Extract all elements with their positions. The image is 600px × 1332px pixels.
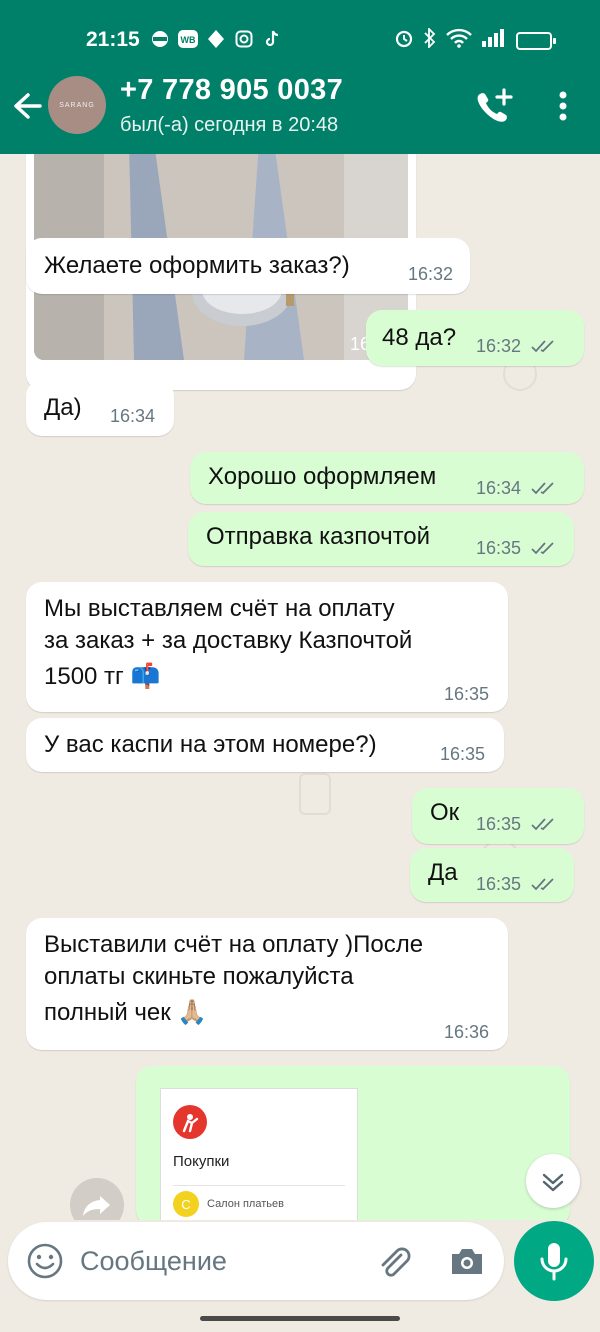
bluetooth-icon [424, 26, 436, 53]
receipt-divider [173, 1185, 345, 1186]
message-time: 16:34 [110, 406, 156, 426]
read-ticks-icon [531, 482, 554, 495]
tiktok-icon [262, 29, 282, 49]
attach-button[interactable] [374, 1242, 414, 1282]
ninja-icon [150, 29, 170, 49]
message-text: Да) [44, 394, 82, 421]
emoji-button[interactable] [26, 1242, 64, 1280]
message-bubble-out[interactable]: Хорошо оформляем 16:34 [190, 452, 584, 504]
receipt-preview[interactable]: Покупки С Салон платьев [160, 1088, 358, 1220]
message-text-line: Мы выставляем счёт на оплату [44, 595, 395, 622]
message-time: 16:35 [476, 538, 522, 558]
add-call-button[interactable] [474, 88, 514, 124]
wifi-icon [446, 28, 472, 53]
instagram-icon [234, 29, 254, 49]
more-vertical-icon [559, 91, 567, 121]
message-bubble-in[interactable]: Выставили счёт на оплату )После оплаты с… [26, 918, 508, 1050]
read-ticks-icon [531, 818, 554, 831]
paperclip-icon [381, 1247, 411, 1277]
notification-icons: WB [150, 29, 282, 49]
wb-icon: WB [178, 29, 198, 49]
chat-area[interactable]: 16:32 Желаете оформить заказ?) 16:32 48 … [0, 154, 600, 1220]
message-bubble-out[interactable]: Ок 16:35 [412, 788, 584, 844]
message-text: Хорошо оформляем [208, 463, 437, 490]
message-bubble-out[interactable]: Да 16:35 [410, 848, 574, 902]
message-text: Отправка казпочтой [206, 523, 431, 550]
message-time: 16:34 [476, 478, 522, 498]
svg-text:WB: WB [181, 35, 196, 45]
voice-message-button[interactable] [514, 1221, 594, 1301]
signal-icon [482, 29, 506, 52]
message-text: 48 да? [382, 324, 457, 351]
scroll-to-bottom-button[interactable] [526, 1154, 580, 1208]
message-bubble-in[interactable]: Да) 16:34 [26, 380, 174, 436]
message-text: Да [428, 859, 458, 886]
double-chevron-down-icon [542, 1173, 564, 1192]
avatar-label: SARANG [59, 101, 95, 109]
message-bubble-out[interactable]: Отправка казпочтой 16:35 [188, 512, 574, 566]
forward-button[interactable] [70, 1178, 124, 1220]
camera-icon [452, 1249, 482, 1274]
chat-header: 21:15 WB SARANG +7 778 905 0037 был(-а) … [0, 0, 600, 154]
message-text-line: Выставили счёт на оплату )После [44, 931, 424, 958]
phone-plus-icon [477, 88, 513, 122]
contact-avatar[interactable]: SARANG [48, 76, 106, 134]
contact-last-seen: был(-а) сегодня в 20:48 [120, 114, 339, 136]
message-bubble-in[interactable]: У вас каспи на этом номере?) 16:35 [26, 718, 504, 772]
camera-button[interactable] [448, 1242, 486, 1280]
message-time: 16:35 [444, 684, 490, 704]
message-time: 16:36 [444, 1022, 490, 1042]
message-receipt-out[interactable]: Покупки С Салон платьев [136, 1066, 570, 1220]
message-time: 16:35 [476, 874, 522, 894]
system-icons [394, 26, 556, 53]
message-text-line: 1500 тг 📫 [44, 663, 161, 690]
battery-icon [516, 31, 556, 50]
message-bubble-out[interactable]: 48 да? 16:32 [366, 310, 584, 366]
message-text-line: за заказ + за доставку Казпочтой [44, 627, 413, 654]
kaspi-logo-icon [173, 1105, 207, 1139]
alarm-icon [394, 28, 414, 53]
seller-avatar: С [173, 1191, 199, 1217]
message-time: 16:32 [408, 264, 454, 284]
status-bar: 21:15 WB [0, 0, 600, 80]
forward-arrow-icon [83, 1196, 110, 1216]
message-text: Ок [430, 799, 460, 826]
message-text-line: оплаты скиньте пожалуйста [44, 963, 354, 990]
more-options-button[interactable] [548, 86, 578, 126]
read-ticks-icon [531, 542, 554, 555]
message-bubble-in[interactable]: Мы выставляем счёт на оплату за заказ + … [26, 582, 508, 712]
message-text-line: полный чек 🙏🏼 [44, 999, 208, 1026]
message-time: 16:35 [476, 814, 522, 834]
message-text: У вас каспи на этом номере?) [44, 731, 377, 758]
message-composer [8, 1222, 504, 1300]
status-time: 21:15 [86, 28, 140, 51]
contact-name[interactable]: +7 778 905 0037 [120, 74, 343, 107]
read-ticks-icon [531, 878, 554, 891]
message-input[interactable] [80, 1240, 360, 1282]
message-time: 16:32 [476, 336, 522, 356]
microphone-icon [540, 1243, 568, 1281]
receipt-title: Покупки [173, 1153, 230, 1170]
arrow-left-icon [14, 93, 42, 119]
message-bubble-in[interactable]: Желаете оформить заказ?) 16:32 [26, 238, 470, 294]
emoji-icon [27, 1243, 63, 1279]
seller-name: Салон платьев [207, 1198, 284, 1210]
back-button[interactable] [10, 88, 46, 124]
home-indicator[interactable] [200, 1316, 400, 1321]
message-time: 16:35 [440, 744, 486, 764]
diamond-icon [206, 29, 226, 49]
message-text: Желаете оформить заказ?) [44, 252, 350, 279]
read-ticks-icon [531, 340, 554, 353]
